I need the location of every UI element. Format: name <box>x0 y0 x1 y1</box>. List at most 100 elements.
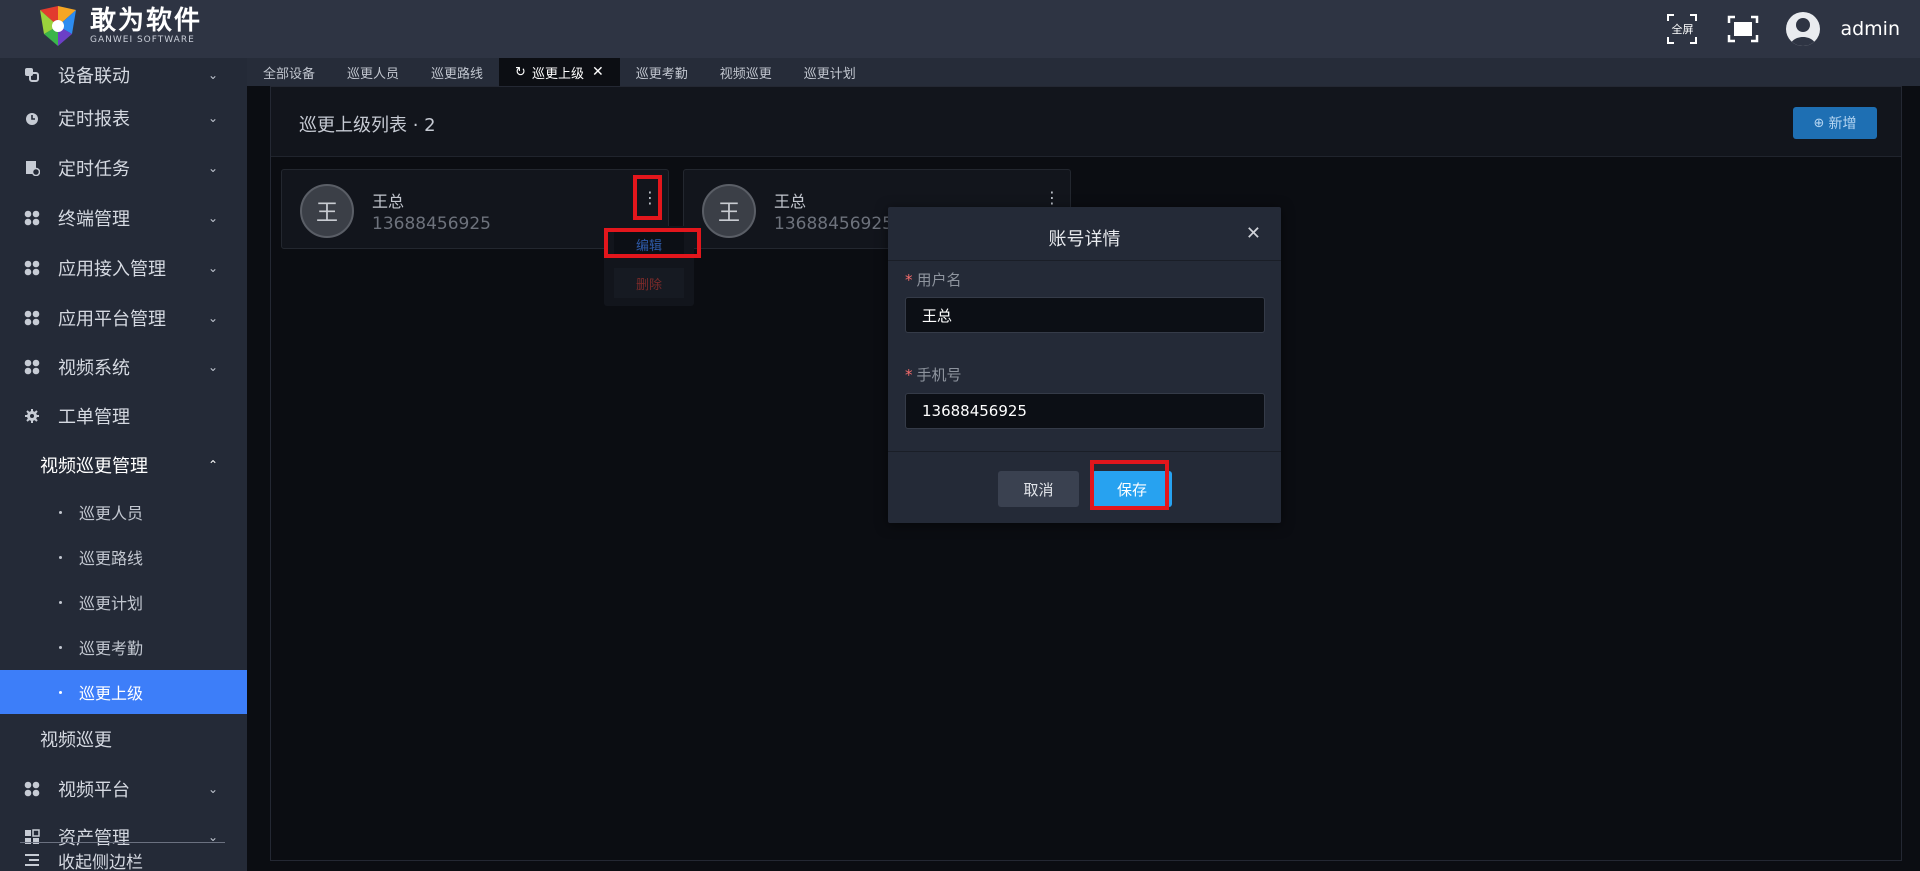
tab-label: 巡更路线 <box>431 66 484 82</box>
dialog-title: 账号详情 <box>1048 229 1121 250</box>
avatar: 王 <box>300 184 354 238</box>
tab-bar: 全部设备 巡更人员 巡更路线 ↻ 巡更上级 ✕ 巡更考勤 视频巡更 巡更计划 <box>247 58 1920 86</box>
collapse-sidebar-button[interactable]: 收起侧边栏 <box>0 845 247 871</box>
card-name: 王总 <box>372 192 405 211</box>
divider <box>20 842 225 843</box>
logo-subtitle: GANWEI SOFTWARE <box>90 34 195 45</box>
tab-label: 视频巡更 <box>719 66 772 82</box>
sidebar-item-label: 定时任务 <box>58 158 130 180</box>
fullscreen-button[interactable]: 全屏 <box>1665 12 1699 46</box>
screen-icon[interactable] <box>1726 12 1760 46</box>
sidebar-item-label: 视频巡更 <box>40 729 112 751</box>
page-title: 巡更上级列表 · 2 <box>299 115 436 136</box>
sidebar-group-label: 视频巡更管理 <box>40 455 148 477</box>
sidebar-sub-label: 巡更上级 <box>79 684 144 703</box>
avatar[interactable] <box>1786 12 1821 46</box>
sidebar-sub-patrol-route[interactable]: 巡更路线 <box>0 535 247 579</box>
clock-report-icon <box>26 112 38 125</box>
tab-label: 全部设备 <box>263 66 316 82</box>
tab-patrol-staff[interactable]: 巡更人员 <box>331 58 415 86</box>
user-name[interactable]: admin <box>1840 18 1900 40</box>
delete-menu-item[interactable]: 删除 <box>614 268 684 298</box>
close-icon[interactable]: ✕ <box>592 64 604 80</box>
top-header: 敢为软件 GANWEI SOFTWARE 全屏 admin <box>0 0 1920 58</box>
grid-icon <box>24 210 40 225</box>
sidebar-sub-label: 巡更人员 <box>79 504 144 523</box>
chevron-down-icon: ⌄ <box>208 310 219 325</box>
fullscreen-label: 全屏 <box>1671 23 1694 36</box>
sidebar-item-app-platform[interactable]: 应用平台管理 ⌄ <box>0 293 247 342</box>
grid-icon <box>24 359 40 374</box>
sidebar-sub-label: 巡更计划 <box>79 594 144 613</box>
dialog-header: 账号详情 ✕ <box>888 207 1281 261</box>
sidebar-item-label: 视频平台 <box>58 779 130 801</box>
sidebar-item-label: 定时报表 <box>58 108 130 130</box>
account-detail-dialog: 账号详情 ✕ * 用户名 王总 * 手机号 13688456925 取消 保存 <box>888 207 1281 523</box>
username-label-text: 用户名 <box>916 271 962 289</box>
chevron-up-icon: ⌃ <box>208 457 219 472</box>
sidebar-item-label: 应用接入管理 <box>58 258 166 280</box>
logo-icon <box>36 4 80 48</box>
tab-patrol-superior[interactable]: ↻ 巡更上级 ✕ <box>499 58 620 86</box>
sidebar-item-timed-task[interactable]: 定时任务 ⌄ <box>0 143 247 192</box>
tab-patrol-attendance[interactable]: 巡更考勤 <box>620 58 704 86</box>
tab-patrol-plan[interactable]: 巡更计划 <box>788 58 872 86</box>
sidebar-sub-patrol-plan[interactable]: 巡更计划 <box>0 580 247 624</box>
sidebar-item-app-access[interactable]: 应用接入管理 ⌄ <box>0 243 247 292</box>
plus-circle-icon: ⊕ <box>1813 115 1825 131</box>
tab-all-devices[interactable]: 全部设备 <box>247 58 331 86</box>
highlight-box <box>1090 460 1169 510</box>
refresh-icon[interactable]: ↻ <box>515 65 526 80</box>
avatar: 王 <box>702 184 756 238</box>
chevron-down-icon: ⌄ <box>208 67 219 82</box>
bullet-icon <box>59 690 62 694</box>
close-icon[interactable]: ✕ <box>1246 223 1261 244</box>
bullet-icon <box>59 600 62 604</box>
bullet-icon <box>59 645 62 649</box>
sidebar-item-label: 应用平台管理 <box>58 308 166 330</box>
grid-icon <box>24 260 40 275</box>
sidebar-item-video-patrol[interactable]: 视频巡更 <box>0 714 247 763</box>
sidebar-item-work-order[interactable]: 工单管理 <box>0 391 247 440</box>
gear-icon <box>25 408 39 423</box>
tab-label: 巡更上级 <box>531 66 584 82</box>
sidebar-sub-patrol-superior[interactable]: 巡更上级 <box>0 670 247 714</box>
highlight-box <box>633 175 662 220</box>
sidebar-item-label: 终端管理 <box>58 208 130 230</box>
card-phone: 13688456925 <box>774 214 893 234</box>
collapse-label: 收起侧边栏 <box>58 852 143 871</box>
add-button[interactable]: ⊕ 新增 <box>1793 107 1877 139</box>
sidebar-item-terminal[interactable]: 终端管理 ⌄ <box>0 193 247 242</box>
tab-patrol-route[interactable]: 巡更路线 <box>415 58 499 86</box>
tab-video-patrol[interactable]: 视频巡更 <box>704 58 788 86</box>
tab-label: 巡更计划 <box>803 66 856 82</box>
phone-label-text: 手机号 <box>916 366 962 384</box>
sidebar-item-video-platform[interactable]: 视频平台 ⌄ <box>0 764 247 813</box>
chevron-down-icon: ⌄ <box>208 210 219 225</box>
sidebar-item-label: 设备联动 <box>58 65 130 87</box>
sidebar-item-video-system[interactable]: 视频系统 ⌄ <box>0 342 247 391</box>
grid-icon <box>24 310 40 325</box>
username-label: * 用户名 <box>905 271 962 289</box>
sidebar: 设备联动 ⌄ 定时报表 ⌄ 定时任务 ⌄ 终端管理 ⌄ 应用接入管理 ⌄ 应用平… <box>0 58 247 871</box>
bullet-icon <box>59 510 62 514</box>
chevron-down-icon: ⌄ <box>208 110 219 125</box>
chevron-down-icon: ⌄ <box>208 160 219 175</box>
phone-field[interactable]: 13688456925 <box>905 393 1265 429</box>
panel-header: 巡更上级列表 · 2 ⊕ 新增 <box>271 87 1901 157</box>
username-field[interactable]: 王总 <box>905 297 1265 333</box>
sidebar-item-label: 视频系统 <box>58 357 130 379</box>
tab-label: 巡更考勤 <box>635 66 688 82</box>
collapse-icon <box>25 854 39 866</box>
add-button-label: 新增 <box>1828 116 1857 132</box>
more-vertical-icon[interactable]: ⋮ <box>1044 188 1060 208</box>
chevron-down-icon: ⌄ <box>208 359 219 374</box>
link-icon <box>25 67 39 82</box>
sidebar-group-video-patrol[interactable]: 视频巡更管理 ⌃ <box>0 440 247 489</box>
sidebar-sub-patrol-attendance[interactable]: 巡更考勤 <box>0 625 247 669</box>
sidebar-item-timed-report[interactable]: 定时报表 ⌄ <box>0 93 247 142</box>
cancel-button[interactable]: 取消 <box>998 471 1079 507</box>
grid-icon <box>24 781 40 796</box>
tab-label: 巡更人员 <box>347 66 400 82</box>
sidebar-sub-patrol-staff[interactable]: 巡更人员 <box>0 490 247 534</box>
